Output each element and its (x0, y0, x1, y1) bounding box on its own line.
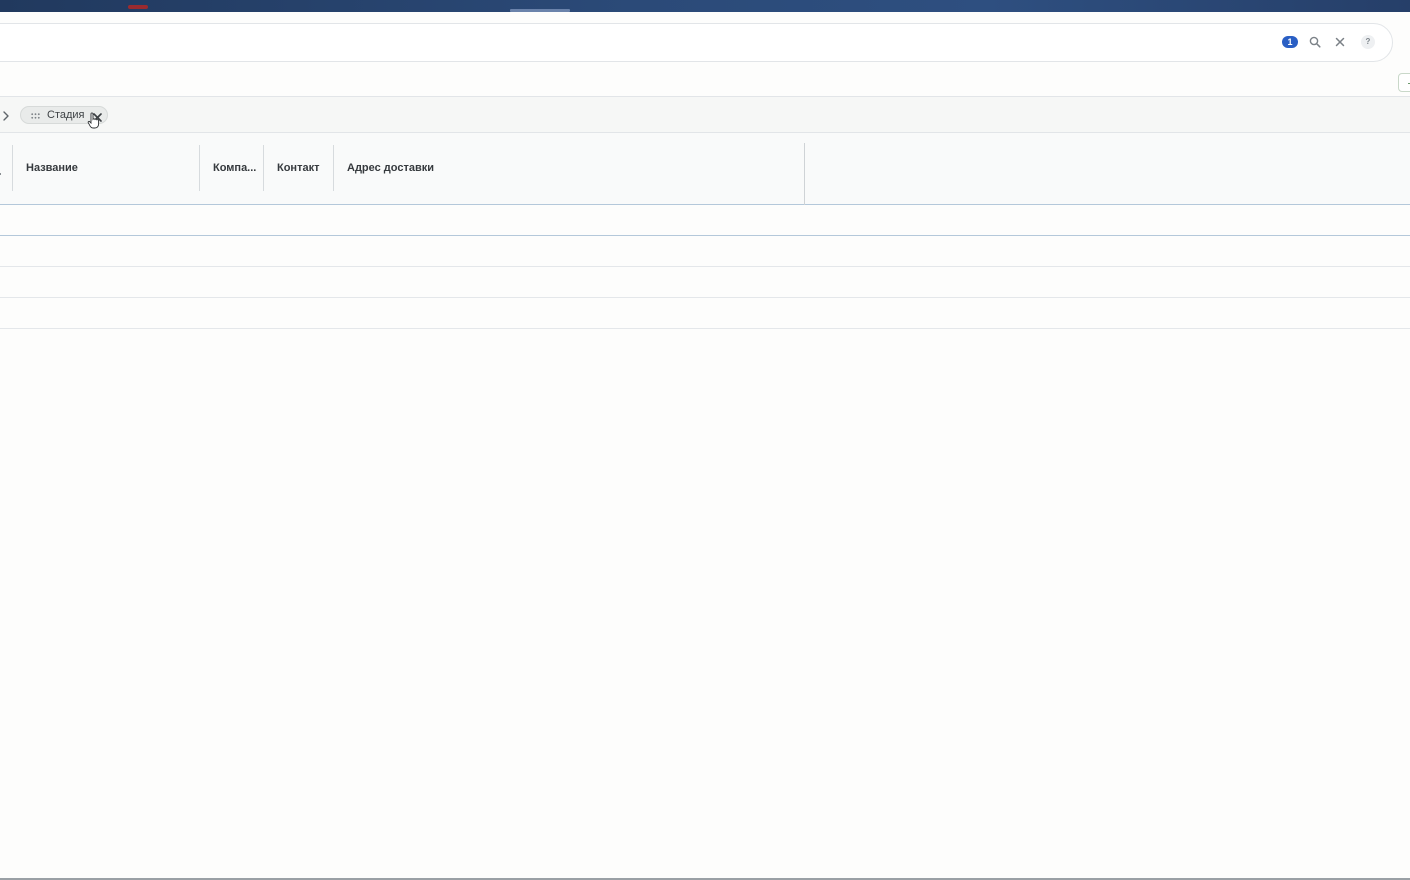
column-header-company[interactable]: Компа... (213, 162, 256, 174)
collapse-panel-button[interactable] (1398, 73, 1410, 92)
column-divider[interactable] (333, 145, 334, 191)
column-divider[interactable] (263, 145, 264, 191)
browser-top-strip (0, 0, 1410, 12)
chevron-right-icon[interactable] (2, 109, 10, 121)
column-header-contact[interactable]: Контакт (277, 162, 319, 174)
column-header-name[interactable]: Название (26, 162, 78, 174)
recording-indicator (128, 5, 148, 9)
table-header: Название Компа... Контакт Адрес доставки (0, 133, 1410, 205)
search-filter-bar[interactable]: 1 ? (0, 23, 1393, 62)
browser-tab-highlight (510, 9, 570, 12)
table-row[interactable] (0, 236, 1410, 267)
column-divider[interactable] (12, 145, 13, 191)
filter-bar-actions: 1 ? (1282, 34, 1375, 50)
column-divider[interactable] (804, 143, 805, 205)
close-icon[interactable] (92, 110, 103, 122)
help-icon[interactable]: ? (1361, 35, 1375, 49)
drag-handle-icon[interactable] (31, 106, 40, 124)
table-row[interactable] (0, 267, 1410, 298)
grouping-bar: Стадия (0, 96, 1410, 133)
group-chip-label: Стадия (47, 109, 85, 121)
group-chip-stage[interactable]: Стадия (20, 106, 108, 124)
column-header-delivery-address[interactable]: Адрес доставки (347, 162, 434, 174)
close-icon[interactable] (1332, 34, 1348, 50)
filter-count-badge[interactable]: 1 (1282, 36, 1298, 48)
table-row[interactable] (0, 205, 1410, 236)
table-row[interactable] (0, 298, 1410, 329)
search-icon[interactable] (1307, 34, 1323, 50)
column-divider[interactable] (199, 145, 200, 191)
column-resize-handle[interactable] (0, 173, 1, 175)
